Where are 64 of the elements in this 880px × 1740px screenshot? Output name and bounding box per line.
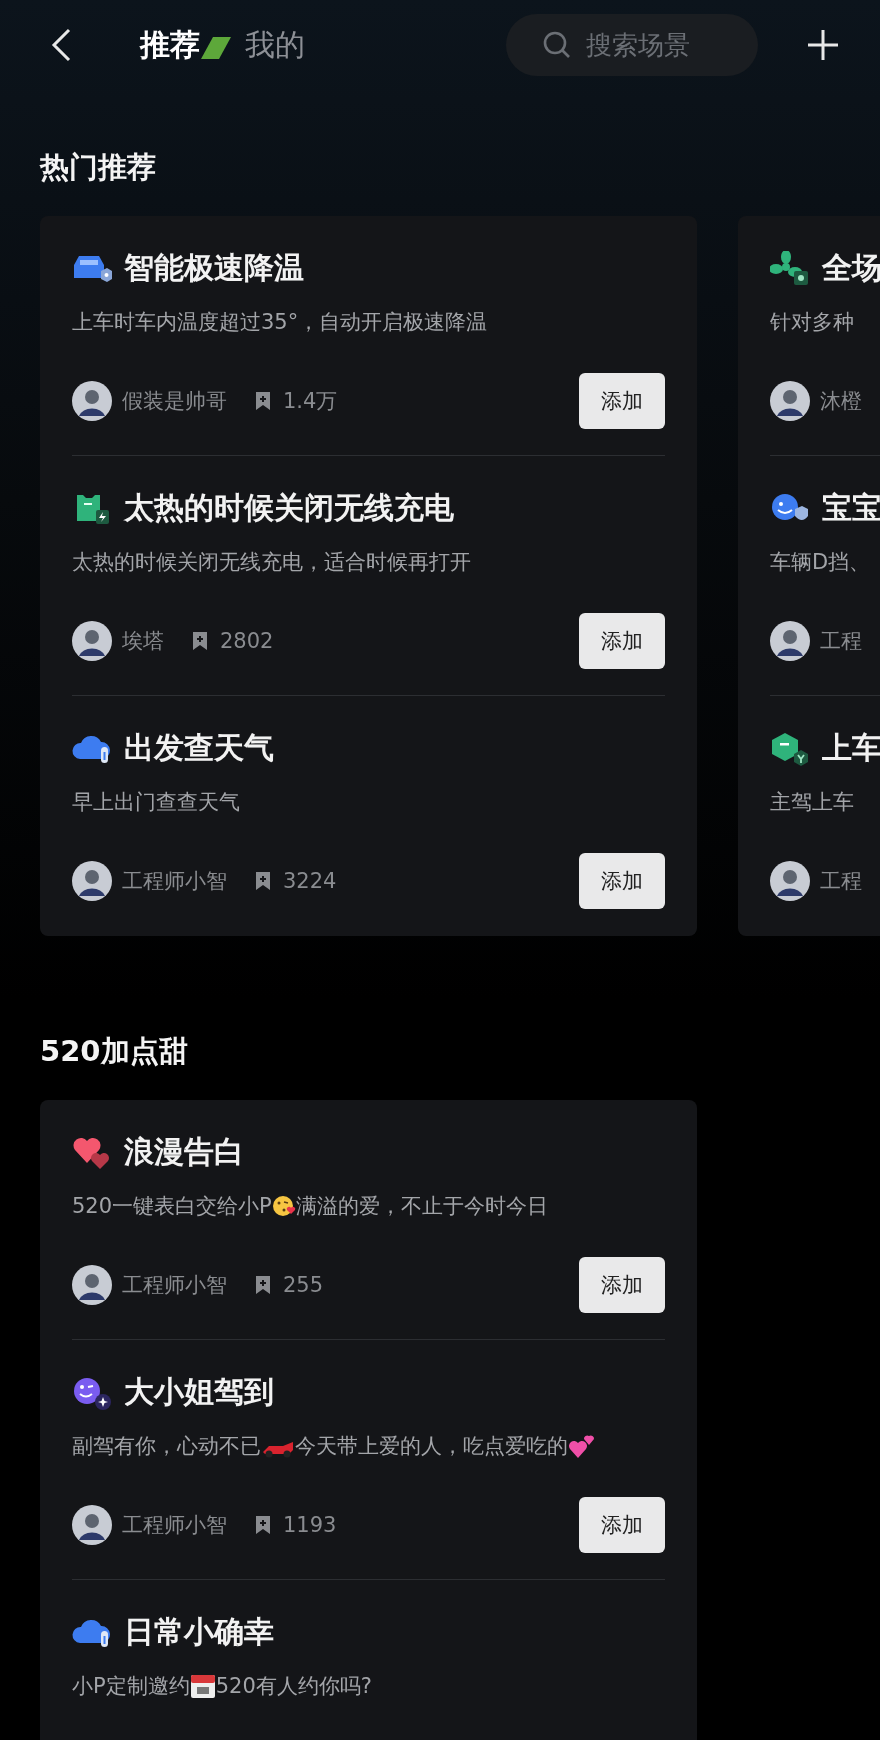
search-field[interactable]: 搜索场景 [506,14,758,76]
avatar-icon [72,861,112,901]
scene-description: 主驾上车 [770,789,854,816]
scene-description: 上车时车内温度超过35°，自动开启极速降温 [72,309,488,336]
add-button[interactable]: 添加 [579,373,665,429]
section-title: 520加点甜 [40,1033,189,1070]
tab[interactable]: 推荐 [140,25,200,65]
add-button[interactable]: 添加 [579,613,665,669]
bookmark-icon [255,1275,271,1295]
scene-title: 出发查天气 [124,729,274,767]
avatar-icon [770,621,810,661]
save-count: 3224 [283,869,337,893]
add-button[interactable]: 添加 [579,853,665,909]
calendar-emoji-icon [189,1673,216,1699]
author-name: 埃塔 [122,628,164,655]
author-name: 假装是帅哥 [122,388,227,415]
scene-description: 早上出门查查天气 [72,789,240,816]
scene-description: 车辆D挡、 [770,549,871,576]
scene-description: 满溢的爱，不止于今时今日 [295,1193,548,1220]
author-name: 工程 [820,628,862,655]
kiss-emoji-icon [271,1194,296,1218]
scene-title: 智能极速降温 [124,249,304,287]
scene-description: 太热的时候关闭无线充电，适合时候再打开 [72,549,471,576]
author-name: 工程师小智 [122,1272,227,1299]
tab[interactable]: 我的 [245,25,305,65]
save-count: 1.4万 [283,388,338,415]
add-button[interactable]: 添加 [579,1257,665,1313]
add-icon[interactable] [806,28,840,62]
scene-title: 全场 [822,249,880,287]
avatar-icon [770,381,810,421]
avatar-icon [72,1505,112,1545]
scene-description: 今天带上爱的人，吃点爱吃的 [295,1433,568,1460]
author-name: 沐橙 [820,388,862,415]
author-name: 工程 [820,868,862,895]
save-count: 1193 [283,1513,337,1537]
bookmark-icon [255,1515,271,1535]
avatar-icon [72,381,112,421]
bookmark-icon [192,631,208,651]
section-title: 热门推荐 [40,149,157,186]
scene-title: 太热的时候关闭无线充电 [124,489,454,527]
save-count: 2802 [220,629,274,653]
search-icon [542,30,572,60]
avatar-icon [72,1265,112,1305]
scene-title: 大小姐驾到 [124,1373,274,1411]
back-icon[interactable] [50,27,72,63]
scene-description: 520有人约你吗? [215,1673,372,1700]
scene-description: 520一键表白交给小P [72,1193,272,1220]
scene-description: 副驾有你，心动不已 [72,1433,261,1460]
add-button[interactable]: 添加 [579,1497,665,1553]
avatar-icon [770,861,810,901]
scene-description: 针对多种 [770,309,854,336]
avatar-icon [72,621,112,661]
hearts-emoji-icon [568,1433,596,1459]
scene-title: 日常小确幸 [124,1613,274,1651]
tab-indicator-icon [201,37,231,59]
scene-description: 小P定制邀约 [72,1673,190,1700]
author-name: 工程师小智 [122,1512,227,1539]
author-name: 工程师小智 [122,868,227,895]
bookmark-icon [255,871,271,891]
hexagon-icon [770,730,810,767]
save-count: 255 [283,1273,324,1297]
bookmark-icon [255,391,271,411]
fan-icon [770,250,810,287]
scene-title: 浪漫告白 [124,1133,244,1171]
